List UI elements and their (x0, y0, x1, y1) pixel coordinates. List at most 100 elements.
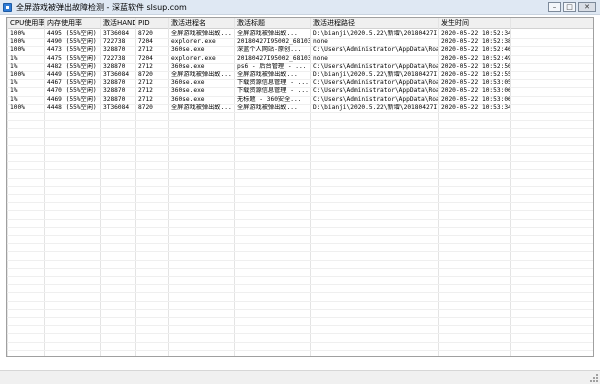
resize-grip-icon[interactable] (590, 374, 598, 382)
table-row[interactable]: 1% 4482 (55%空闲) 328870 2712 360se.exe ps6 - 后… (7, 63, 593, 71)
table-cell: 4482 (55%空闲) (47, 62, 97, 70)
column-header[interactable]: 发生时间 (438, 18, 510, 29)
event-log-table[interactable]: CPU使用率 内存使用率 激活HAND PID 激活进程名 激活标题 激活进程路径 发生时间 … (6, 17, 594, 357)
table-cell: 2020-05-22 10:53:34 (441, 103, 510, 111)
row-gridline (7, 251, 593, 253)
table-cell: 2712 (138, 62, 153, 70)
table-cell: none (313, 38, 328, 46)
app-icon (3, 3, 12, 12)
minimize-icon: – (552, 3, 557, 11)
row-gridline (7, 128, 593, 130)
row-gridline (7, 112, 593, 113)
table-cell: 全屏游戏被弹出故... (171, 30, 232, 37)
table-cell: 1% (10, 54, 18, 62)
close-icon: ✕ (584, 3, 590, 11)
close-button[interactable]: ✕ (578, 2, 596, 12)
table-cell: 360se.exe (171, 95, 205, 103)
table-cell: 4490 (55%空闲) (47, 38, 97, 46)
table-cell: 4495 (55%空闲) (47, 30, 97, 37)
row-gridline (7, 259, 593, 261)
status-bar (0, 370, 600, 384)
column-header[interactable]: PID (135, 18, 168, 29)
table-cell: 无标题 - 360安全... (237, 95, 302, 103)
column-header[interactable]: 内存使用率 (44, 18, 100, 29)
table-cell: C:\Users\Administrator\AppData\Roa... (313, 79, 438, 87)
table-cell: 328870 (103, 87, 126, 95)
table-row[interactable]: 1% 4470 (55%空闲) 328870 2712 360se.exe 下载资源信息管… (7, 87, 593, 95)
row-gridline (7, 161, 593, 163)
table-row[interactable]: 1% 4469 (55%空闲) 328870 2712 360se.exe 无标题 - 3… (7, 96, 593, 104)
table-cell: 4449 (55%空闲) (47, 71, 97, 78)
table-cell: 100% (10, 30, 25, 37)
row-gridline (7, 300, 593, 302)
row-gridline (7, 317, 593, 318)
table-cell: 1% (10, 87, 18, 95)
table-row[interactable]: 100% 4449 (55%空闲) 3T36084 8720 全屏游戏被弹出故... 全屏… (7, 71, 593, 79)
table-cell: 2020-05-22 10:52:49 (441, 54, 510, 62)
window-controls: – □ ✕ (548, 2, 596, 13)
table-cell: 4469 (55%空闲) (47, 95, 97, 103)
table-cell: 1% (10, 79, 18, 87)
table-row[interactable]: 1% 4467 (55%空闲) 328870 2712 360se.exe 下载资源信息管… (7, 79, 593, 87)
table-cell: 深蓝个人网站-原创... (237, 46, 302, 54)
row-gridline (7, 177, 593, 179)
minimize-button[interactable]: – (548, 2, 561, 12)
table-cell: 360se.exe (171, 46, 205, 54)
table-cell: 100% (10, 46, 25, 54)
row-gridline (7, 284, 593, 286)
row-gridline (7, 169, 593, 171)
table-cell: explorer.exe (171, 38, 216, 46)
table-cell: 8720 (138, 30, 153, 37)
table-cell: 1% (10, 62, 18, 70)
table-cell: 8720 (138, 71, 153, 78)
window-title: 全屏游戏被弹出故障检测 - 深蓝软件 slsup.com (16, 3, 187, 12)
maximize-icon: □ (566, 3, 573, 11)
table-row[interactable]: 1% 4475 (55%空闲) 722738 7204 explorer.exe 2018… (7, 55, 593, 63)
table-cell: 328870 (103, 79, 126, 87)
table-cell: 328870 (103, 46, 126, 54)
table-cell: C:\Users\Administrator\AppData\Roa... (313, 62, 438, 70)
table-cell: 100% (10, 71, 25, 78)
table-cell: D:\bianji\2020.5.22\新增\20180427I... (313, 71, 438, 78)
row-gridline (7, 194, 593, 195)
table-cell: C:\Users\Administrator\AppData\Roa... (313, 95, 438, 103)
table-row[interactable]: 100% 4495 (55%空闲) 3T36084 8720 全屏游戏被弹出故... 全屏… (7, 30, 593, 38)
column-header[interactable]: 激活进程路径 (310, 18, 438, 29)
table-cell: 360se.exe (171, 87, 205, 95)
table-cell: 3T36084 (103, 103, 130, 111)
title-bar[interactable]: 全屏游戏被弹出故障检测 - 深蓝软件 slsup.com – □ ✕ (0, 0, 600, 15)
row-gridline (7, 120, 593, 122)
table-body: CPU使用率 内存使用率 激活HAND PID 激活进程名 激活标题 激活进程路径 发生时间 … (7, 18, 593, 356)
table-cell: 3T36084 (103, 71, 130, 78)
column-header[interactable]: 激活标题 (234, 18, 310, 29)
table-cell: none (313, 54, 328, 62)
column-header[interactable]: 激活进程名 (168, 18, 234, 29)
table-cell: 4475 (55%空闲) (47, 54, 97, 62)
table-cell: D:\bianji\2020.5.22\新增\20180427I... (313, 103, 438, 111)
table-cell: 722738 (103, 38, 126, 46)
table-cell: 328870 (103, 62, 126, 70)
table-cell: 下载资源信息管理 - ... (237, 87, 309, 95)
table-cell: 8720 (138, 103, 153, 111)
table-cell: ps6 - 后台管理 - ... (237, 62, 307, 70)
table-cell: C:\Users\Administrator\AppData\Roa... (313, 87, 438, 95)
table-cell: 4448 (55%空闲) (47, 103, 97, 111)
table-header: CPU使用率 内存使用率 激活HAND PID 激活进程名 激活标题 激活进程路径 发生时间 (7, 18, 593, 29)
table-cell: 2020-05-22 10:52:50 (441, 62, 510, 70)
row-gridline (7, 153, 593, 154)
row-gridline (7, 292, 593, 294)
table-cell: 2020-05-22 10:52:34 (441, 30, 510, 37)
table-cell: 2020-05-22 10:53:06 (441, 87, 510, 95)
table-cell: 全屏游戏被弹出故... (171, 71, 232, 78)
table-cell: 722738 (103, 54, 126, 62)
row-gridline (7, 349, 593, 351)
table-cell: 2020-05-22 10:52:55 (441, 71, 510, 78)
table-cell: 4470 (55%空闲) (47, 87, 97, 95)
column-header[interactable]: 激活HAND (100, 18, 135, 29)
maximize-button[interactable]: □ (563, 2, 576, 12)
row-gridline (7, 136, 593, 138)
table-row[interactable]: 100% 4490 (55%空闲) 722738 7204 explorer.exe 20… (7, 38, 593, 46)
table-row[interactable]: 100% 4473 (55%空闲) 328870 2712 360se.exe 深蓝个人网… (7, 46, 593, 54)
column-header[interactable]: CPU使用率 (7, 18, 44, 29)
table-row[interactable]: 100% 4448 (55%空闲) 3T36084 8720 全屏游戏被弹出故... 全屏… (7, 104, 593, 112)
